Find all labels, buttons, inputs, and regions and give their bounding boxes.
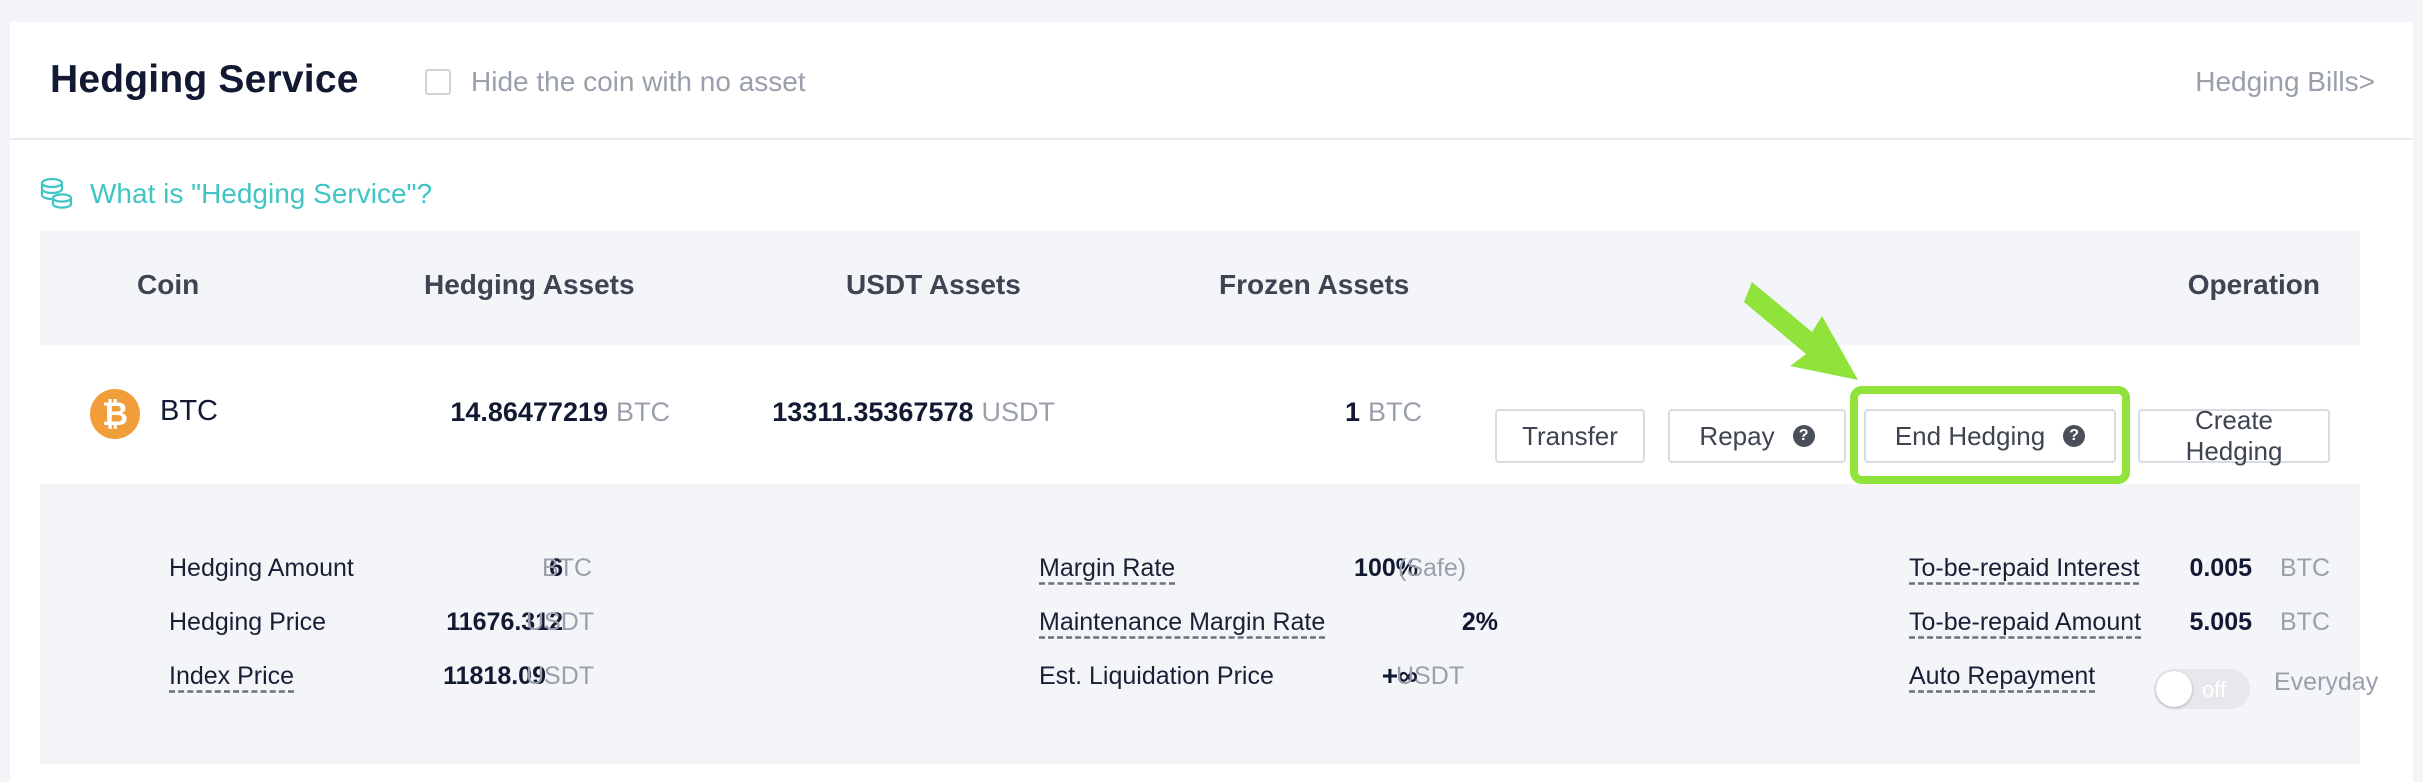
auto-repayment-label[interactable]: Auto Repayment [1909, 662, 2095, 691]
interest-value: 0.005 [2189, 554, 2252, 582]
create-hedging-button[interactable]: Create Hedging [2138, 405, 2330, 466]
what-is-hedging-link[interactable]: What is "Hedging Service"? [38, 176, 432, 212]
bitcoin-icon: ₿ [90, 389, 140, 439]
hedging-amount-label: Hedging Amount [169, 554, 354, 582]
repay-button[interactable]: Repay ? [1668, 409, 1846, 463]
column-hedging-assets: Hedging Assets [424, 269, 635, 300]
maintenance-margin-rate-value: 2% [1461, 608, 1498, 636]
interest-label[interactable]: To-be-repaid Interest [1909, 554, 2140, 583]
frozen-assets-value: 1 BTC [1344, 397, 1422, 427]
repaid-amount-value: 5.005 [2189, 608, 2252, 636]
auto-repayment-frequency: Everyday [2274, 668, 2379, 696]
hide-empty-toggle[interactable]: Hide the coin with no asset [425, 64, 806, 100]
page-title: Hedging Service [50, 58, 359, 101]
hedging-price-label: Hedging Price [169, 608, 327, 636]
column-operation: Operation [2187, 269, 2320, 300]
column-usdt-assets: USDT Assets [846, 269, 1021, 300]
repaid-amount-label[interactable]: To-be-repaid Amount [1909, 608, 2141, 637]
hide-empty-label[interactable]: Hide the coin with no asset [471, 66, 806, 98]
hedging-bills-link[interactable]: Hedging Bills> [2195, 66, 2375, 98]
transfer-button[interactable]: Transfer [1495, 409, 1645, 463]
column-coin: Coin [137, 269, 200, 300]
index-price-label[interactable]: Index Price [169, 662, 294, 691]
hedging-assets-value: 14.86477219 BTC [450, 397, 670, 427]
coins-stack-icon [40, 177, 73, 209]
table-header: Coin Hedging Assets USDT Assets Frozen A… [40, 231, 2360, 345]
hide-empty-checkbox[interactable] [425, 69, 451, 95]
maintenance-margin-rate-label[interactable]: Maintenance Margin Rate [1039, 608, 1325, 637]
pointer-arrow-icon [1744, 282, 1858, 380]
coin-name: BTC [160, 395, 218, 427]
repaid-amount-unit: BTC [2280, 608, 2330, 636]
toggle-knob [2156, 671, 2192, 707]
end-hedging-highlight [1850, 386, 2130, 484]
toggle-state-text: off [2202, 677, 2227, 702]
margin-rate-status: (Safe) [1398, 554, 1467, 582]
column-frozen-assets: Frozen Assets [1219, 269, 1410, 300]
usdt-assets-value: 13311.35367578 USDT [772, 397, 1055, 427]
liquidation-price-label: Est. Liquidation Price [1039, 662, 1274, 690]
interest-unit: BTC [2280, 554, 2330, 582]
help-icon[interactable]: ? [1792, 425, 1815, 447]
details-panel: Hedging Amount 6 BTC Hedging Price 11676… [40, 484, 2378, 764]
hedging-price-unit: USDT [526, 608, 595, 636]
liquidation-price-unit: USDT [1396, 662, 1465, 690]
hedging-amount-unit: BTC [542, 554, 592, 582]
margin-rate-label[interactable]: Margin Rate [1039, 554, 1175, 583]
what-is-hedging-text[interactable]: What is "Hedging Service"? [90, 178, 432, 210]
auto-repayment-toggle[interactable]: off [2154, 669, 2250, 709]
index-price-unit: USDT [526, 662, 595, 690]
card-header: Hedging Service Hide the coin with no as… [10, 22, 2413, 140]
